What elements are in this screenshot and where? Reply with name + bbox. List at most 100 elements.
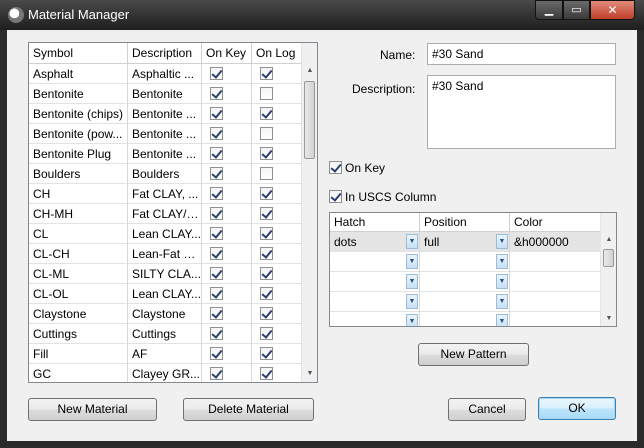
- table-row[interactable]: Bentonite (chips) Bentonite ...: [29, 104, 303, 124]
- on-key-checkbox[interactable]: [210, 367, 223, 380]
- symbol-cell[interactable]: Cuttings: [29, 324, 128, 344]
- table-row[interactable]: Claystone Claystone: [29, 304, 303, 324]
- symbol-cell[interactable]: Bentonite (chips): [29, 104, 128, 124]
- scrollbar-thumb[interactable]: [304, 81, 315, 159]
- scroll-up-icon[interactable]: ▲: [601, 233, 616, 247]
- on-log-checkbox[interactable]: [260, 307, 273, 320]
- table-row[interactable]: Asphalt Asphaltic ...: [29, 64, 303, 84]
- on-key-checkbox[interactable]: [329, 161, 342, 174]
- description-cell[interactable]: Asphaltic ...: [128, 64, 202, 84]
- description-cell[interactable]: Lean CLAY...: [128, 224, 202, 244]
- title-bar[interactable]: Material Manager ▁ ▭ ✕: [0, 0, 644, 30]
- color-cell[interactable]: [510, 312, 602, 326]
- on-key-checkbox[interactable]: [210, 287, 223, 300]
- symbol-cell[interactable]: GC: [29, 364, 128, 382]
- on-key-checkbox[interactable]: [210, 207, 223, 220]
- hatch-cell[interactable]: ▼: [330, 292, 420, 312]
- new-material-button[interactable]: New Material: [28, 398, 157, 421]
- on-log-checkbox[interactable]: [260, 247, 273, 260]
- scroll-down-icon[interactable]: ▼: [302, 366, 317, 382]
- color-cell[interactable]: [510, 292, 602, 312]
- on-key-checkbox[interactable]: [210, 267, 223, 280]
- table-row[interactable]: Bentonite Plug Bentonite ...: [29, 144, 303, 164]
- materials-table[interactable]: Symbol Description On Key On Log Asphalt…: [28, 42, 318, 383]
- delete-material-button[interactable]: Delete Material: [183, 398, 314, 421]
- symbol-cell[interactable]: CL-OL: [29, 284, 128, 304]
- materials-scrollbar[interactable]: ▲ ▼: [301, 43, 317, 382]
- symbol-cell[interactable]: CH: [29, 184, 128, 204]
- close-button[interactable]: ✕: [590, 0, 635, 20]
- name-input[interactable]: [427, 43, 616, 65]
- position-cell[interactable]: ▼: [420, 272, 510, 292]
- color-cell[interactable]: [510, 272, 602, 292]
- hatch-cell[interactable]: ▼: [330, 272, 420, 292]
- description-textarea[interactable]: #30 Sand: [427, 75, 616, 149]
- symbol-cell[interactable]: Boulders: [29, 164, 128, 184]
- description-cell[interactable]: Boulders: [128, 164, 202, 184]
- on-log-checkbox[interactable]: [260, 107, 273, 120]
- position-cell[interactable]: ▼: [420, 292, 510, 312]
- position-dropdown-icon[interactable]: ▼: [496, 274, 508, 289]
- scroll-up-icon[interactable]: ▲: [302, 63, 317, 79]
- symbol-cell[interactable]: CH-MH: [29, 204, 128, 224]
- hatch-cell[interactable]: ▼: [330, 252, 420, 272]
- symbol-cell[interactable]: Bentonite: [29, 84, 128, 104]
- table-row[interactable]: dots ▼ full ▼ &h000000: [330, 232, 602, 252]
- on-key-checkbox[interactable]: [210, 87, 223, 100]
- on-key-checkbox[interactable]: [210, 227, 223, 240]
- new-pattern-button[interactable]: New Pattern: [418, 343, 529, 366]
- table-row[interactable]: ▼ ▼: [330, 252, 602, 272]
- pattern-table[interactable]: Hatch Position Color dots ▼ full ▼ &h000000 ▼…: [329, 212, 617, 327]
- table-row[interactable]: CH Fat CLAY, ...: [29, 184, 303, 204]
- position-dropdown-icon[interactable]: ▼: [496, 294, 508, 309]
- description-cell[interactable]: Lean-Fat C...: [128, 244, 202, 264]
- column-header-color[interactable]: Color: [510, 213, 602, 232]
- description-cell[interactable]: Fat CLAY, ...: [128, 184, 202, 204]
- position-cell[interactable]: full ▼: [420, 232, 510, 252]
- symbol-cell[interactable]: Claystone: [29, 304, 128, 324]
- on-log-checkbox[interactable]: [260, 227, 273, 240]
- on-key-checkbox[interactable]: [210, 67, 223, 80]
- table-row[interactable]: CL-CH Lean-Fat C...: [29, 244, 303, 264]
- on-key-checkbox[interactable]: [210, 107, 223, 120]
- scrollbar-thumb[interactable]: [603, 249, 614, 267]
- table-row[interactable]: Bentonite (pow... Bentonite ...: [29, 124, 303, 144]
- table-row[interactable]: ▼ ▼: [330, 312, 602, 326]
- table-row[interactable]: CH-MH Fat CLAY/S...: [29, 204, 303, 224]
- table-row[interactable]: ▼ ▼: [330, 292, 602, 312]
- description-cell[interactable]: Fat CLAY/S...: [128, 204, 202, 224]
- on-key-checkbox[interactable]: [210, 127, 223, 140]
- description-cell[interactable]: Bentonite ...: [128, 144, 202, 164]
- color-cell[interactable]: &h000000: [510, 232, 602, 252]
- description-cell[interactable]: Clayey GR...: [128, 364, 202, 382]
- column-header-position[interactable]: Position: [420, 213, 510, 232]
- column-header-on-key[interactable]: On Key: [202, 43, 252, 64]
- table-row[interactable]: CL-OL Lean CLAY...: [29, 284, 303, 304]
- hatch-cell[interactable]: dots ▼: [330, 232, 420, 252]
- on-key-checkbox[interactable]: [210, 187, 223, 200]
- color-cell[interactable]: [510, 252, 602, 272]
- minimize-button[interactable]: ▁: [535, 0, 563, 20]
- symbol-cell[interactable]: CL-CH: [29, 244, 128, 264]
- table-row[interactable]: Cuttings Cuttings: [29, 324, 303, 344]
- position-dropdown-icon[interactable]: ▼: [496, 234, 508, 249]
- symbol-cell[interactable]: Fill: [29, 344, 128, 364]
- symbol-cell[interactable]: Bentonite (pow...: [29, 124, 128, 144]
- table-row[interactable]: CL-ML SILTY CLA...: [29, 264, 303, 284]
- on-key-checkbox[interactable]: [210, 147, 223, 160]
- on-log-checkbox[interactable]: [260, 327, 273, 340]
- in-uscs-column-label[interactable]: In USCS Column: [345, 190, 436, 204]
- on-key-checkbox[interactable]: [210, 347, 223, 360]
- table-row[interactable]: Bentonite Bentonite: [29, 84, 303, 104]
- ok-button[interactable]: OK: [538, 397, 616, 420]
- on-key-checkbox[interactable]: [210, 327, 223, 340]
- on-log-checkbox[interactable]: [260, 207, 273, 220]
- on-key-checkbox[interactable]: [210, 307, 223, 320]
- position-cell[interactable]: ▼: [420, 312, 510, 326]
- position-dropdown-icon[interactable]: ▼: [496, 314, 508, 326]
- symbol-cell[interactable]: CL: [29, 224, 128, 244]
- on-log-checkbox[interactable]: [260, 67, 273, 80]
- cancel-button[interactable]: Cancel: [448, 398, 526, 421]
- description-cell[interactable]: Bentonite: [128, 84, 202, 104]
- on-log-checkbox[interactable]: [260, 267, 273, 280]
